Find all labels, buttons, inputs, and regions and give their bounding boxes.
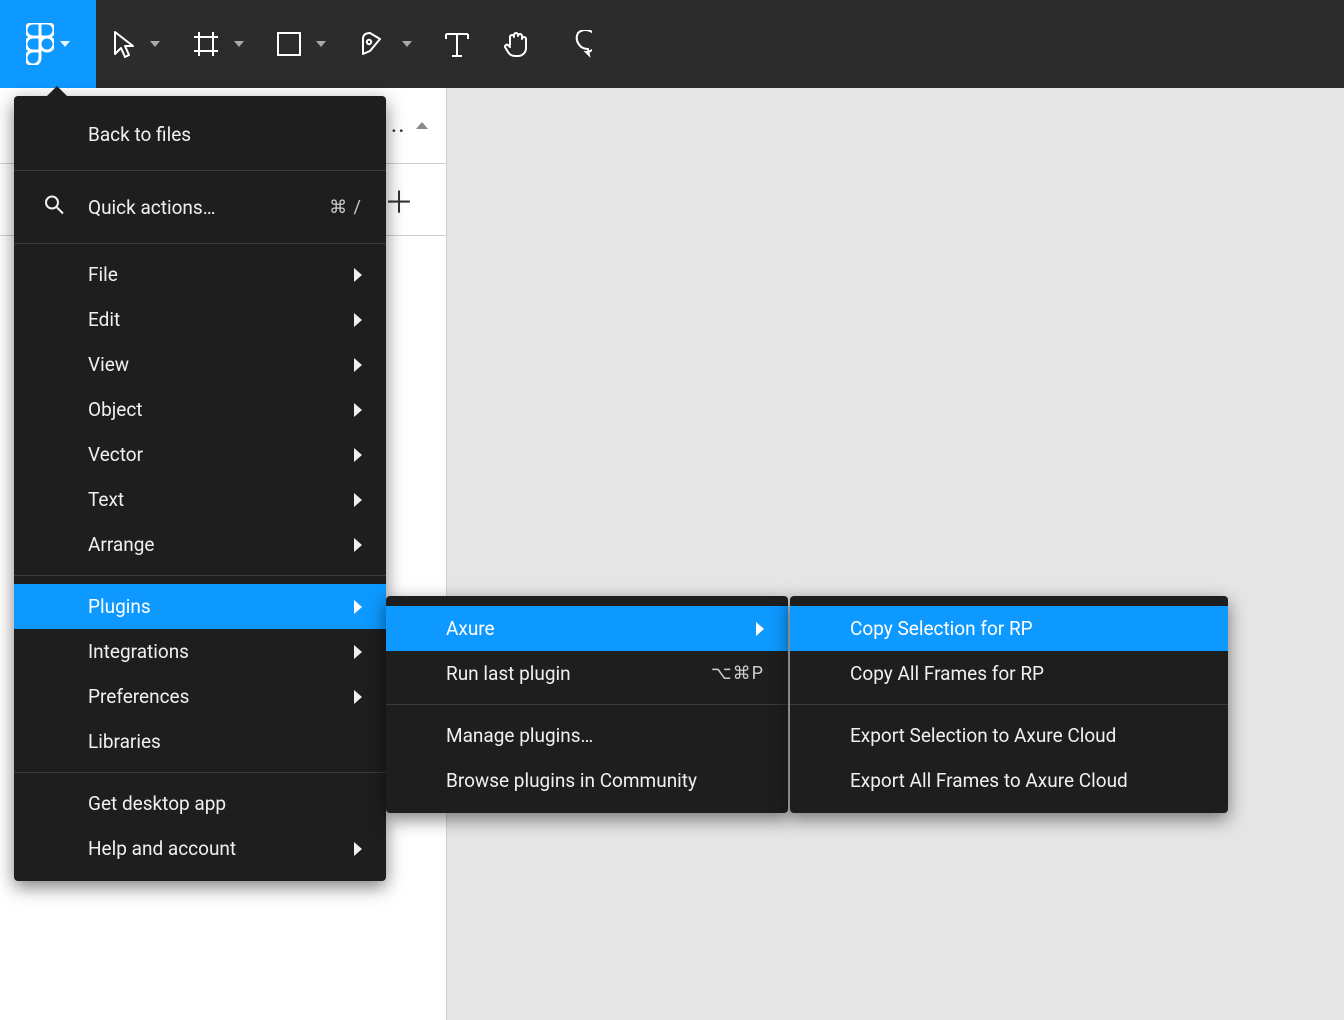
submenu-axure[interactable]: Axure: [386, 606, 788, 651]
pen-tool[interactable]: [342, 0, 428, 88]
axure-export-all-frames[interactable]: Export All Frames to Axure Cloud: [790, 758, 1228, 803]
menu-separator: [14, 772, 386, 773]
menu-edit[interactable]: Edit: [14, 297, 386, 342]
menu-preferences[interactable]: Preferences: [14, 674, 386, 719]
menu-help-and-account[interactable]: Help and account: [14, 826, 386, 871]
menu-item-label: Browse plugins in Community: [446, 769, 764, 792]
menu-object[interactable]: Object: [14, 387, 386, 432]
rectangle-icon: [276, 31, 302, 57]
axure-export-selection[interactable]: Export Selection to Axure Cloud: [790, 713, 1228, 758]
menu-vector[interactable]: Vector: [14, 432, 386, 477]
menu-item-label: File: [88, 263, 354, 286]
menu-item-label: Object: [88, 398, 354, 421]
pen-icon: [358, 29, 388, 59]
submenu-run-last-plugin[interactable]: Run last plugin ⌥⌘P: [386, 651, 788, 696]
move-tool[interactable]: [96, 0, 176, 88]
main-menu: Back to files Quick actions… ⌘ / File Ed…: [14, 96, 386, 881]
menu-item-label: Edit: [88, 308, 354, 331]
chevron-right-icon: [354, 493, 362, 507]
menu-item-label: Copy Selection for RP: [850, 617, 1204, 640]
menu-arrange[interactable]: Arrange: [14, 522, 386, 567]
menu-separator: [14, 170, 386, 171]
menu-item-label: Help and account: [88, 837, 354, 860]
ellipsis-icon: ..: [391, 114, 406, 137]
menu-item-label: Axure: [446, 617, 756, 640]
chevron-down-icon: [402, 41, 412, 47]
chevron-down-icon: [150, 41, 160, 47]
cursor-icon: [112, 30, 136, 58]
menu-separator: [14, 575, 386, 576]
menu-item-label: Plugins: [88, 595, 354, 618]
menu-item-label: View: [88, 353, 354, 376]
menu-item-label: Libraries: [88, 730, 362, 753]
comment-tool[interactable]: [548, 0, 608, 88]
plus-icon: ＋: [384, 178, 414, 222]
axure-copy-selection[interactable]: Copy Selection for RP: [790, 606, 1228, 651]
frame-icon: [192, 30, 220, 58]
menu-separator: [386, 704, 788, 705]
menu-item-label: Export All Frames to Axure Cloud: [850, 769, 1204, 792]
menu-item-label: Export Selection to Axure Cloud: [850, 724, 1204, 747]
chevron-right-icon: [354, 313, 362, 327]
menu-item-label: Copy All Frames for RP: [850, 662, 1204, 685]
chevron-right-icon: [354, 538, 362, 552]
menu-item-label: Run last plugin: [446, 662, 711, 685]
top-toolbar: [0, 0, 1344, 88]
menu-back-to-files[interactable]: Back to files: [14, 106, 386, 162]
chevron-down-icon: [316, 41, 326, 47]
shape-tool[interactable]: [260, 0, 342, 88]
menu-item-label: Back to files: [88, 123, 362, 146]
figma-logo-icon: [26, 23, 54, 65]
chevron-right-icon: [354, 690, 362, 704]
submenu-manage-plugins[interactable]: Manage plugins…: [386, 713, 788, 758]
menu-item-label: Quick actions…: [88, 196, 329, 219]
chevron-down-icon: [60, 41, 70, 47]
menu-item-label: Get desktop app: [88, 792, 362, 815]
menu-item-label: Vector: [88, 443, 354, 466]
chevron-right-icon: [354, 268, 362, 282]
menu-separator: [790, 704, 1228, 705]
axure-copy-all-frames[interactable]: Copy All Frames for RP: [790, 651, 1228, 696]
frame-tool[interactable]: [176, 0, 260, 88]
menu-quick-actions[interactable]: Quick actions… ⌘ /: [14, 179, 386, 235]
chevron-down-icon: [234, 41, 244, 47]
menu-item-shortcut: ⌘ /: [329, 197, 362, 218]
axure-submenu: Copy Selection for RP Copy All Frames fo…: [790, 596, 1228, 813]
text-icon: [444, 30, 470, 58]
chevron-right-icon: [354, 448, 362, 462]
text-tool[interactable]: [428, 0, 486, 88]
menu-integrations[interactable]: Integrations: [14, 629, 386, 674]
hand-icon: [502, 29, 532, 59]
comment-icon: [564, 30, 592, 58]
menu-item-label: Integrations: [88, 640, 354, 663]
chevron-right-icon: [354, 600, 362, 614]
menu-item-label: Manage plugins…: [446, 724, 764, 747]
menu-item-label: Text: [88, 488, 354, 511]
hand-tool[interactable]: [486, 0, 548, 88]
menu-item-label: Preferences: [88, 685, 354, 708]
chevron-right-icon: [354, 403, 362, 417]
menu-get-desktop-app[interactable]: Get desktop app: [14, 781, 386, 826]
menu-libraries[interactable]: Libraries: [14, 719, 386, 764]
menu-text[interactable]: Text: [14, 477, 386, 522]
figma-menu-button[interactable]: [0, 0, 96, 88]
menu-item-shortcut: ⌥⌘P: [711, 663, 764, 684]
chevron-right-icon: [354, 842, 362, 856]
menu-pointer: [47, 86, 67, 96]
chevron-up-icon[interactable]: [416, 122, 428, 129]
menu-file[interactable]: File: [14, 252, 386, 297]
menu-view[interactable]: View: [14, 342, 386, 387]
plugins-submenu: Axure Run last plugin ⌥⌘P Manage plugins…: [386, 596, 788, 813]
menu-plugins[interactable]: Plugins: [14, 584, 386, 629]
chevron-right-icon: [756, 622, 764, 636]
menu-item-label: Arrange: [88, 533, 354, 556]
chevron-right-icon: [354, 645, 362, 659]
chevron-right-icon: [354, 358, 362, 372]
search-icon: [44, 195, 64, 220]
menu-separator: [14, 243, 386, 244]
submenu-browse-plugins[interactable]: Browse plugins in Community: [386, 758, 788, 803]
